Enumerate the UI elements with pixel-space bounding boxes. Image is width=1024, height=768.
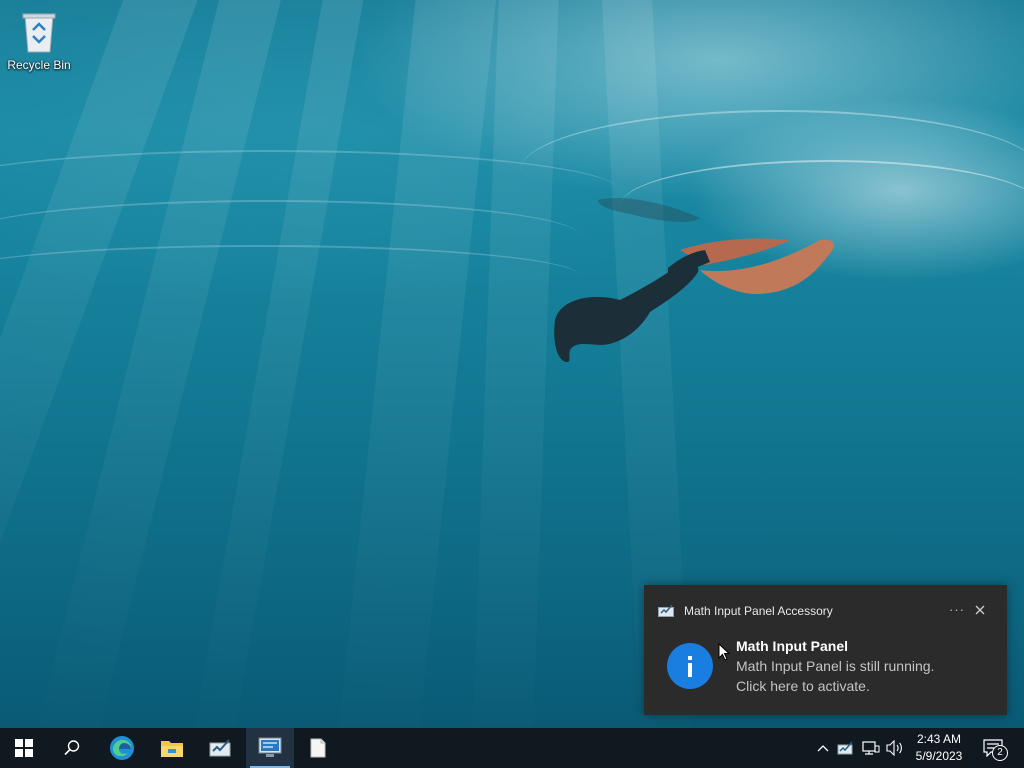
network-icon bbox=[862, 741, 880, 755]
taskbar-edge-button[interactable] bbox=[98, 728, 146, 768]
action-center-button[interactable]: 2 bbox=[976, 728, 1016, 768]
tray-network[interactable] bbox=[861, 738, 881, 758]
clock-date: 5/9/2023 bbox=[915, 749, 963, 763]
taskbar-file-explorer-button[interactable] bbox=[148, 728, 196, 768]
toast-app-name: Math Input Panel Accessory bbox=[684, 604, 833, 618]
windows-logo-icon bbox=[15, 739, 33, 757]
chevron-up-icon bbox=[817, 745, 829, 752]
toast-message: Click here to activate. bbox=[736, 678, 870, 694]
start-button[interactable] bbox=[0, 728, 48, 768]
desktop-icon-label: Recycle Bin bbox=[7, 58, 71, 72]
folder-icon bbox=[161, 741, 183, 757]
tray-volume[interactable] bbox=[885, 738, 905, 758]
math-input-panel-icon bbox=[658, 604, 674, 617]
show-hidden-icons-button[interactable] bbox=[813, 738, 833, 758]
document-icon bbox=[310, 738, 326, 758]
taskbar-document-button[interactable] bbox=[294, 728, 342, 768]
search-button[interactable] bbox=[48, 728, 96, 768]
taskbar-remote-desktop-button[interactable] bbox=[246, 728, 294, 768]
tray-math-input-panel[interactable] bbox=[836, 738, 856, 758]
toast-more-options-button[interactable]: ··· bbox=[949, 602, 965, 617]
volume-icon bbox=[886, 740, 902, 756]
mouse-cursor-icon bbox=[718, 643, 730, 661]
recycle-bin-icon bbox=[22, 13, 56, 53]
search-icon bbox=[64, 740, 80, 756]
toast-title: Math Input Panel bbox=[736, 638, 848, 654]
taskbar: 2:43 AM 5/9/2023 2 bbox=[0, 728, 1024, 768]
toast-notification[interactable]: Math Input Panel Accessory ··· Math Inpu… bbox=[644, 585, 1007, 715]
taskbar-clock[interactable]: 2:43 AM 5/9/2023 bbox=[908, 731, 970, 765]
notification-count-badge: 2 bbox=[992, 745, 1008, 761]
desktop-icon-recycle-bin[interactable]: Recycle Bin bbox=[4, 6, 74, 76]
toast-header: Math Input Panel Accessory bbox=[658, 603, 833, 619]
math-input-panel-icon bbox=[209, 739, 231, 757]
close-icon[interactable] bbox=[972, 602, 988, 618]
edge-icon bbox=[110, 736, 134, 760]
toast-message: Math Input Panel is still running. bbox=[736, 658, 935, 674]
remote-desktop-icon bbox=[258, 737, 282, 757]
info-icon bbox=[667, 643, 713, 689]
math-input-panel-icon bbox=[837, 741, 853, 755]
clock-time: 2:43 AM bbox=[916, 732, 962, 746]
taskbar-math-input-panel-button[interactable] bbox=[197, 728, 245, 768]
